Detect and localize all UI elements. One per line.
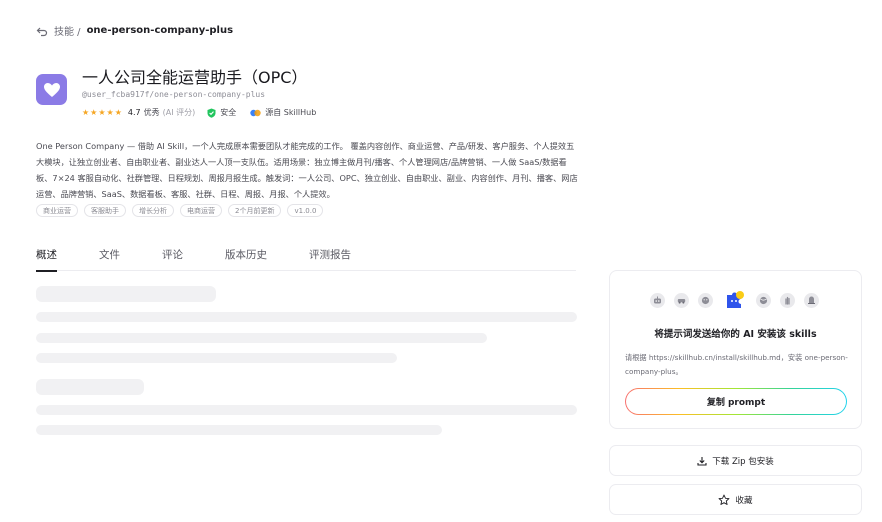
- updated-tag: 2个月前更新: [228, 204, 282, 217]
- breadcrumb-current: one-person-company-plus: [86, 25, 234, 36]
- rating-value: 4.7: [127, 108, 141, 117]
- back-arrow-icon[interactable]: [36, 25, 48, 37]
- skeleton-line: [36, 312, 577, 322]
- copy-prompt-label: 复制 prompt: [626, 389, 846, 414]
- rating-label: 优秀: [143, 108, 160, 117]
- tag-item[interactable]: 增长分析: [132, 204, 174, 217]
- skeleton-line: [36, 425, 442, 435]
- download-zip-label: 下载 Zip 包安装: [712, 456, 774, 467]
- tab-overview[interactable]: 概述: [36, 247, 57, 272]
- tag-list: 商业运营 客服助手 增长分析 电商运营 2个月前更新 v1.0.0: [36, 204, 324, 217]
- favorite-button[interactable]: 收藏: [609, 484, 862, 515]
- favorite-label: 收藏: [735, 495, 753, 506]
- skeleton-line: [36, 379, 144, 395]
- source-badge[interactable]: 源自 SkillHub: [250, 107, 316, 118]
- rating-stars: ★★★★★: [82, 108, 123, 117]
- download-zip-button[interactable]: 下载 Zip 包安装: [609, 445, 862, 476]
- skill-description: One Person Company — 借助 AI Skill，一个人完成原本…: [36, 141, 578, 199]
- heart-icon: [43, 82, 60, 97]
- meta-row: ★★★★★ 4.7 优秀 (AI 评分) 安全 源自 SkillHub: [82, 107, 330, 118]
- skillhub-logo-icon: [250, 109, 261, 116]
- tab-version-history[interactable]: 版本历史: [225, 247, 267, 271]
- install-card-title: 将提示词发送给你的 AI 安装该 skills: [654, 329, 817, 340]
- car-icon[interactable]: [674, 293, 689, 308]
- hand-icon[interactable]: [780, 293, 795, 308]
- hat-icon[interactable]: [804, 293, 819, 308]
- shield-check-icon: [207, 108, 216, 118]
- tab-comments[interactable]: 评论: [162, 247, 183, 271]
- skeleton-line: [36, 286, 216, 302]
- robot-icon[interactable]: [650, 293, 665, 308]
- tab-files[interactable]: 文件: [99, 247, 120, 271]
- face-icon[interactable]: [698, 293, 713, 308]
- install-card: 将提示词发送给你的 AI 安装该 skills 请根据 https://skil…: [609, 270, 862, 429]
- safety-label: 安全: [220, 108, 237, 117]
- page-title: 一人公司全能运营助手（OPC）: [82, 68, 308, 87]
- ai-rating-note: (AI 评分): [162, 108, 196, 117]
- skeleton-line: [36, 333, 487, 343]
- tag-item[interactable]: 电商运营: [180, 204, 222, 217]
- breadcrumb: 技能 / one-person-company-plus: [36, 23, 233, 38]
- app-icon: [36, 74, 67, 105]
- star-icon: [719, 494, 730, 505]
- tab-bar: 概述 文件 评论 版本历史 评测报告: [36, 247, 576, 272]
- skill-handle: @user_fcba917f/one-person-company-plus: [82, 90, 266, 99]
- download-icon: [697, 456, 707, 466]
- agent-icon-row: [650, 288, 819, 313]
- tag-item[interactable]: 商业运营: [36, 204, 78, 217]
- skeleton-line: [36, 353, 397, 363]
- tab-evaluation-report[interactable]: 评测报告: [309, 247, 351, 271]
- puzzle-icon[interactable]: [722, 288, 747, 313]
- tag-item[interactable]: 客服助手: [84, 204, 126, 217]
- breadcrumb-parent-link[interactable]: 技能 /: [54, 23, 81, 38]
- skeleton-line: [36, 405, 577, 415]
- source-label: 源自 SkillHub: [265, 108, 317, 117]
- ball-icon[interactable]: [756, 293, 771, 308]
- version-tag: v1.0.0: [287, 204, 324, 217]
- install-prompt-text: 请根据 https://skillhub.cn/install/skillhub…: [625, 353, 848, 376]
- copy-prompt-button[interactable]: 复制 prompt: [625, 388, 847, 415]
- safety-badge: 安全: [207, 107, 236, 118]
